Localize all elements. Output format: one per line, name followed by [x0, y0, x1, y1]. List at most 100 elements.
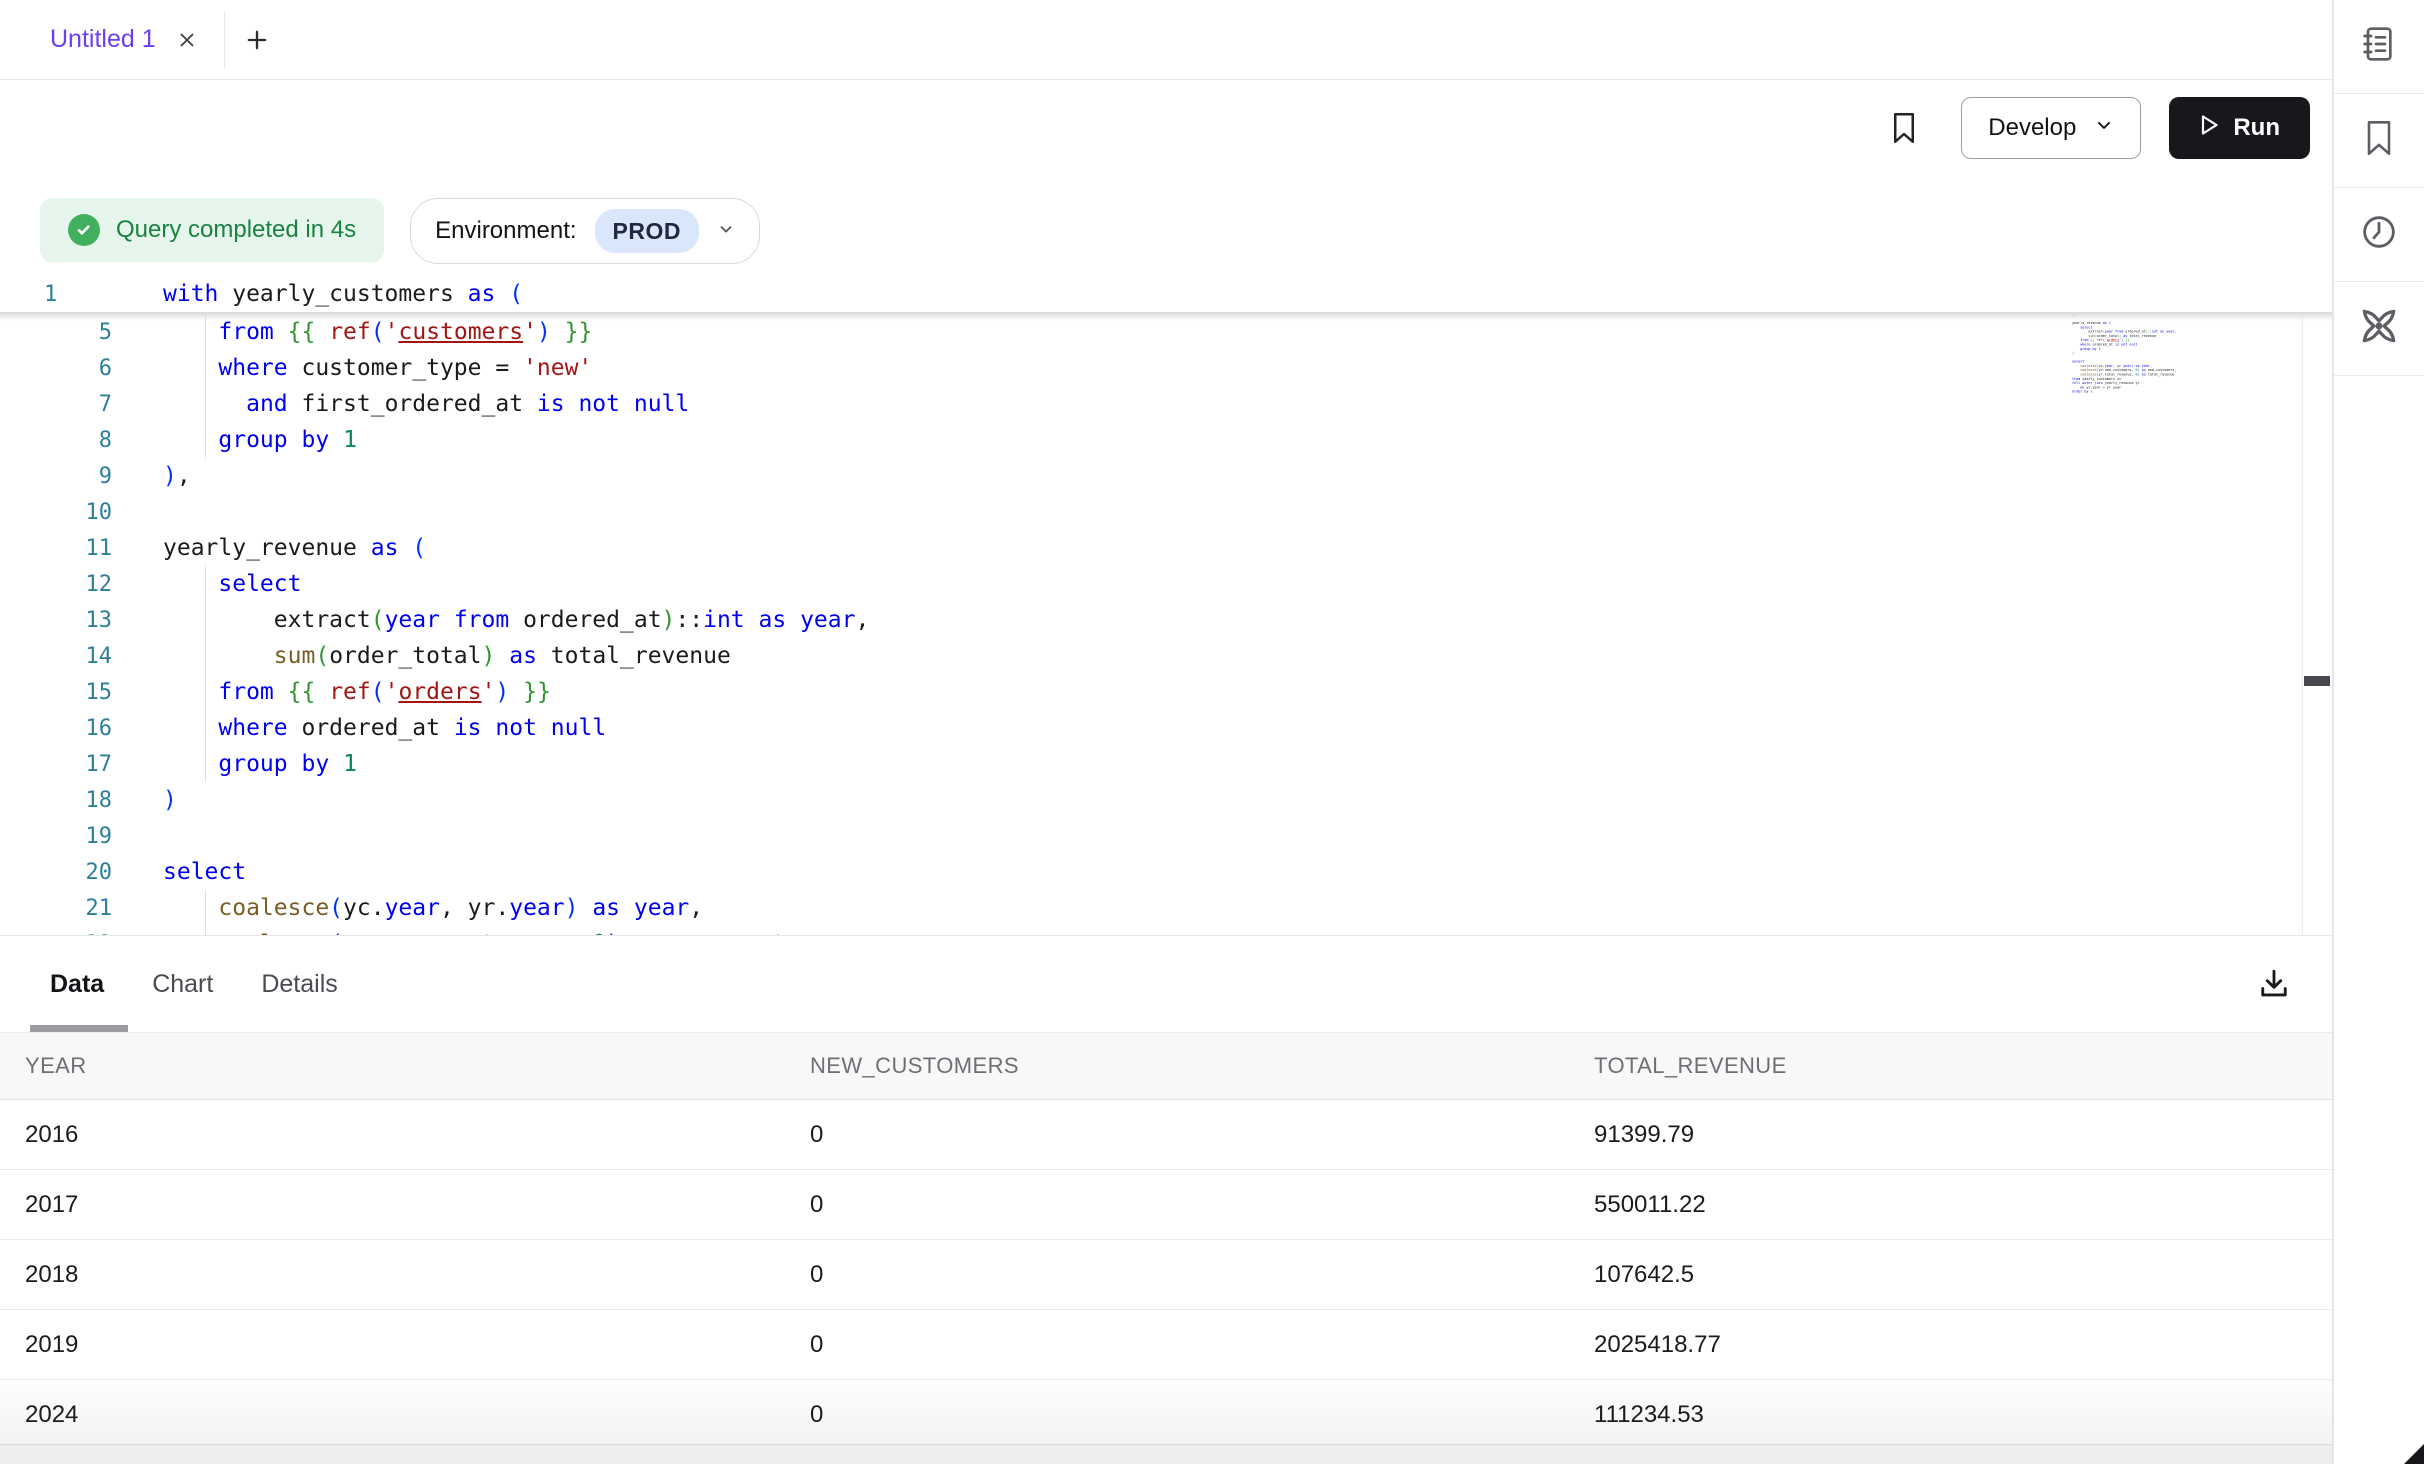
close-icon[interactable] [176, 29, 198, 51]
right-rail [2334, 0, 2424, 1464]
lineage-icon [2357, 304, 2401, 353]
bookmark-icon [2361, 118, 2397, 163]
rail-item-notebook[interactable] [2334, 0, 2424, 94]
plus-icon[interactable] [243, 26, 271, 54]
main-panel: Untitled 1 Develop [0, 0, 2334, 1464]
line-number: 16 [0, 716, 112, 741]
column-header: TOTAL_REVENUE [1594, 1053, 2332, 1079]
table-cell: 2016 [25, 1121, 810, 1149]
column-header: NEW_CUSTOMERS [810, 1053, 1594, 1079]
table-row[interactable]: 20170550011.22 [0, 1170, 2332, 1240]
rail-item-history[interactable] [2334, 188, 2424, 282]
rail-item-bookmarks[interactable] [2334, 94, 2424, 188]
environment-selector[interactable]: Environment: PROD [410, 198, 760, 264]
status-row: Query completed in 4s Environment: PROD [0, 176, 2332, 276]
code-line[interactable]: 6 where customer_type = 'new' [0, 350, 2302, 386]
tab-bar: Untitled 1 [0, 0, 2332, 80]
table-row[interactable]: 20180107642.5 [0, 1240, 2332, 1310]
scrollbar-thumb[interactable] [2304, 676, 2330, 686]
table-cell: 2025418.77 [1594, 1331, 2332, 1359]
environment-label: Environment: [435, 217, 576, 245]
table-row[interactable]: 2016091399.79 [0, 1100, 2332, 1170]
table-cell: 2024 [25, 1401, 810, 1429]
tab-chart[interactable]: Chart [152, 970, 213, 999]
line-number: 9 [0, 464, 112, 489]
table-cell: 91399.79 [1594, 1121, 2332, 1149]
code-line[interactable]: 12 select [0, 566, 2302, 602]
tab-title: Untitled 1 [50, 25, 156, 54]
tab-data[interactable]: Data [50, 970, 104, 999]
code-editor[interactable]: 5 from {{ ref('customers') }}6 where cus… [0, 276, 2332, 935]
indent-guide [205, 314, 206, 458]
code-line[interactable]: 17 group by 1 [0, 746, 2302, 782]
rail-item-lineage[interactable] [2334, 282, 2424, 376]
toolbar: Develop Run [0, 80, 2332, 176]
resize-corner[interactable] [2404, 1444, 2424, 1464]
sticky-line: 1with yearly_customers as ( [0, 276, 2332, 312]
line-number: 20 [0, 860, 112, 885]
line-number: 18 [0, 788, 112, 813]
table-body: 2016091399.7920170550011.2220180107642.5… [0, 1100, 2332, 1450]
results-tab-bar: Data Chart Details [0, 936, 2332, 1032]
tab-divider [224, 11, 225, 69]
query-status-badge: Query completed in 4s [40, 198, 384, 262]
line-number: 12 [0, 572, 112, 597]
check-circle-icon [68, 214, 100, 246]
table-cell: 550011.22 [1594, 1191, 2332, 1219]
table-cell: 0 [810, 1331, 1594, 1359]
line-number: 15 [0, 680, 112, 705]
line-number: 5 [0, 320, 112, 345]
table-cell: 0 [810, 1121, 1594, 1149]
code-line[interactable]: 19 [0, 818, 2302, 854]
code-line[interactable]: 9), [0, 458, 2302, 494]
table-cell: 0 [810, 1261, 1594, 1289]
code-line[interactable]: 16 where ordered_at is not null [0, 710, 2302, 746]
code-line[interactable]: 14 sum(order_total) as total_revenue [0, 638, 2302, 674]
notebook-icon [2359, 24, 2399, 69]
sticky-shadow [0, 312, 2332, 321]
line-number: 7 [0, 392, 112, 417]
table-cell: 2018 [25, 1261, 810, 1289]
table-row[interactable]: 201902025418.77 [0, 1310, 2332, 1380]
code-line[interactable]: 15 from {{ ref('orders') }} [0, 674, 2302, 710]
chevron-down-icon [717, 217, 735, 245]
editor-scrollbar-track[interactable] [2302, 276, 2330, 935]
table-cell: 0 [810, 1401, 1594, 1429]
tab-details[interactable]: Details [261, 970, 337, 999]
line-number: 19 [0, 824, 112, 849]
table-cell: 2019 [25, 1331, 810, 1359]
code-line[interactable]: 10 [0, 494, 2302, 530]
line-number: 21 [0, 896, 112, 921]
table-cell: 0 [810, 1191, 1594, 1219]
line-number: 8 [0, 428, 112, 453]
app-window: Untitled 1 Develop [0, 0, 2424, 1464]
line-number: 14 [0, 644, 112, 669]
editor-lines: 5 from {{ ref('customers') }}6 where cus… [0, 314, 2302, 935]
code-line[interactable]: 21 coalesce(yc.year, yr.year) as year, [0, 890, 2302, 926]
chevron-down-icon [2094, 114, 2114, 142]
run-button[interactable]: Run [2169, 97, 2310, 159]
tab-untitled-1[interactable]: Untitled 1 [0, 0, 224, 79]
develop-button[interactable]: Develop [1961, 97, 2141, 159]
develop-label: Develop [1988, 114, 2076, 142]
code-line[interactable]: 8 group by 1 [0, 422, 2302, 458]
code-line[interactable]: 18) [0, 782, 2302, 818]
environment-value-chip: PROD [595, 209, 699, 253]
code-line[interactable]: 11yearly_revenue as ( [0, 530, 2302, 566]
line-number: 13 [0, 608, 112, 633]
line-number: 11 [0, 536, 112, 561]
table-cell: 107642.5 [1594, 1261, 2332, 1289]
code-line[interactable]: 22 coalesce(yc.new_customers, 0) as new_… [0, 926, 2302, 935]
column-header: YEAR [25, 1053, 810, 1079]
code-line[interactable]: 7 and first_ordered_at is not null [0, 386, 2302, 422]
play-icon [2199, 113, 2219, 144]
table-row[interactable]: 20240111234.53 [0, 1380, 2332, 1450]
active-tab-underline [30, 1025, 128, 1032]
line-number: 10 [0, 500, 112, 525]
bookmark-icon[interactable] [1889, 110, 1919, 146]
sticky-line-number: 1 [0, 282, 112, 307]
code-line[interactable]: 13 extract(year from ordered_at)::int as… [0, 602, 2302, 638]
horizontal-scrollbar[interactable] [0, 1444, 2332, 1464]
code-line[interactable]: 20select [0, 854, 2302, 890]
download-icon[interactable] [2256, 966, 2292, 1002]
